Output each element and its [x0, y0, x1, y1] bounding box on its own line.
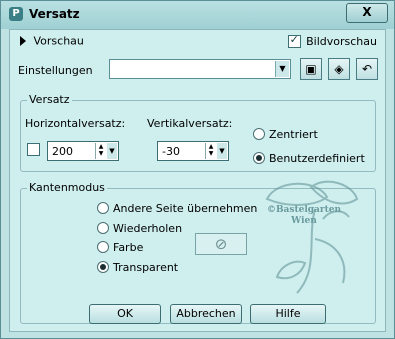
ok-button[interactable]: OK	[89, 304, 161, 324]
bildvorschau-toggle[interactable]: Bildvorschau	[287, 33, 377, 48]
preview-label: Vorschau	[33, 34, 84, 48]
zentriert-radio[interactable]	[253, 128, 265, 140]
expand-triangle-icon[interactable]	[20, 36, 26, 46]
horizontal-dropdown-icon[interactable]: ▼	[107, 143, 117, 159]
hilfe-button[interactable]: Hilfe	[250, 304, 326, 324]
kantenmodus-label: Transparent	[113, 260, 179, 274]
color-swatch[interactable]: ⊘	[195, 233, 247, 255]
spin-down-icon[interactable]: ▼	[206, 150, 216, 157]
horizontal-spin-buttons[interactable]: ▲ ▼	[95, 143, 106, 159]
kantenmodus-legend: Kantenmodus	[27, 181, 107, 194]
horizontal-value[interactable]: 200	[52, 145, 73, 158]
horizontal-label: Horizontalversatz:	[25, 117, 126, 130]
kantenmodus-label: Andere Seite übernehmen	[113, 201, 258, 215]
kantenmodus-radio[interactable]	[97, 261, 109, 273]
bildvorschau-label: Bildvorschau	[306, 34, 377, 48]
einstellungen-label: Einstellungen	[18, 64, 93, 77]
watermark-text: ©Bastelgarten Wien	[259, 205, 349, 227]
kantenmodus-radio[interactable]	[97, 222, 109, 234]
undo-icon: ↶	[361, 62, 373, 76]
kantenmodus-option[interactable]: Wiederholen	[97, 221, 182, 235]
save-preset-button[interactable]: ▣	[300, 58, 322, 80]
preset-options-button[interactable]: ◈	[328, 58, 350, 80]
zentriert-label: Zentriert	[269, 127, 318, 141]
app-icon: P	[9, 7, 23, 21]
kantenmodus-option[interactable]: Andere Seite übernehmen	[97, 201, 257, 215]
zentriert-option[interactable]: Zentriert	[253, 127, 318, 141]
watermark-logo	[265, 180, 359, 294]
vertical-spin-buttons[interactable]: ▲ ▼	[205, 143, 216, 159]
abbrechen-button[interactable]: Abbrechen	[170, 304, 242, 324]
vertical-dropdown-icon[interactable]: ▼	[217, 143, 227, 159]
reset-button[interactable]: ↶	[356, 58, 378, 80]
benutzerdefiniert-label: Benutzerdefiniert	[269, 151, 365, 165]
kantenmodus-radio[interactable]	[97, 241, 109, 253]
kantenmodus-label: Farbe	[113, 240, 144, 254]
versatz-dialog: P Versatz X Vorschau Bildvorschau Einste…	[0, 0, 395, 339]
cube-icon: ◈	[334, 62, 344, 76]
watermark-line: Wien	[291, 216, 317, 226]
title-bar: P Versatz X	[1, 1, 394, 29]
versatz-legend: Versatz	[27, 93, 72, 106]
spin-up-icon[interactable]: ▲	[96, 143, 106, 150]
window-title: Versatz	[29, 7, 80, 21]
floppy-disk-icon: ▣	[305, 62, 317, 76]
chevron-down-icon[interactable]: ▼	[275, 61, 289, 77]
bildvorschau-checkbox[interactable]	[287, 33, 301, 48]
watermark-line: ©Bastelgarten	[266, 205, 342, 215]
close-button[interactable]: X	[346, 3, 388, 23]
spin-down-icon[interactable]: ▼	[96, 150, 106, 157]
vertical-label: Vertikalversatz:	[147, 117, 233, 130]
kantenmodus-label: Wiederholen	[113, 221, 183, 235]
preview-toggle[interactable]: Vorschau	[20, 34, 84, 52]
benutzerdefiniert-option[interactable]: Benutzerdefiniert	[253, 151, 365, 165]
einstellungen-combo[interactable]: ▼	[109, 59, 291, 79]
kantenmodus-option[interactable]: Farbe	[97, 240, 143, 254]
kantenmodus-radio[interactable]	[97, 202, 109, 214]
horizontal-spinbox[interactable]: 200 ▲ ▼ ▼	[47, 141, 119, 161]
link-checkbox[interactable]	[27, 143, 40, 156]
versatz-group: Versatz Horizontalversatz: Vertikalversa…	[20, 93, 376, 172]
spin-up-icon[interactable]: ▲	[206, 143, 216, 150]
vertical-value[interactable]: -30	[162, 145, 180, 158]
kantenmodus-option[interactable]: Transparent	[97, 260, 178, 274]
no-entry-icon: ⊘	[214, 235, 228, 253]
benutzerdefiniert-radio[interactable]	[253, 152, 265, 164]
vertical-spinbox[interactable]: -30 ▲ ▼ ▼	[157, 141, 229, 161]
